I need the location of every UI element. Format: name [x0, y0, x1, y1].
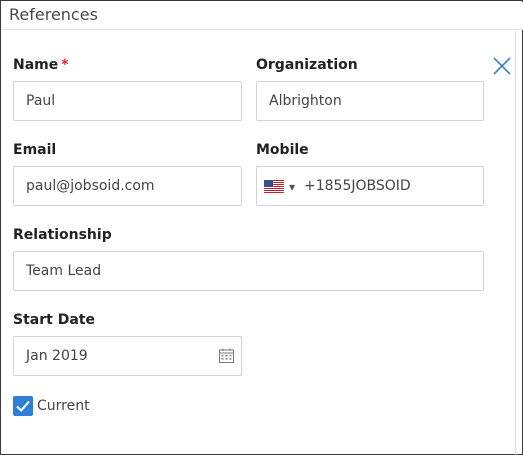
email-label: Email [13, 142, 57, 158]
relationship-label: Relationship [13, 227, 112, 243]
required-marker: * [61, 57, 69, 73]
mobile-field-value: +1855JOBSOID [304, 178, 411, 194]
name-label: Name * [13, 57, 69, 73]
organization-field[interactable]: Albrighton [256, 81, 484, 121]
organization-label: Organization [256, 57, 358, 73]
organization-field-value: Albrighton [269, 93, 342, 109]
email-field[interactable]: paul@jobsoid.com [13, 166, 242, 206]
close-icon[interactable] [491, 55, 513, 77]
country-selector[interactable]: ▼ [264, 180, 296, 194]
us-flag-icon [264, 180, 284, 193]
checkmark-icon [16, 400, 30, 412]
current-checkbox[interactable] [13, 396, 33, 416]
start-date-field-value: Jan 2019 [26, 348, 88, 364]
panel-title: References [9, 5, 98, 24]
start-date-field[interactable]: Jan 2019 [13, 336, 242, 376]
email-field-value: paul@jobsoid.com [26, 178, 155, 194]
mobile-field[interactable]: ▼ +1855JOBSOID [256, 166, 484, 206]
calendar-icon[interactable] [219, 348, 234, 363]
start-date-label: Start Date [13, 312, 95, 328]
relationship-field-value: Team Lead [26, 263, 102, 279]
mobile-label: Mobile [256, 142, 309, 158]
panel-divider [515, 31, 516, 455]
current-label: Current [37, 398, 90, 414]
name-label-text: Name [13, 57, 59, 73]
relationship-field[interactable]: Team Lead [13, 251, 484, 291]
references-panel: References Name * Paul Organization Albri… [0, 0, 523, 455]
panel-header: References [2, 2, 523, 30]
name-field-value: Paul [26, 93, 56, 109]
name-field[interactable]: Paul [13, 81, 242, 121]
chevron-down-icon: ▼ [289, 183, 296, 192]
